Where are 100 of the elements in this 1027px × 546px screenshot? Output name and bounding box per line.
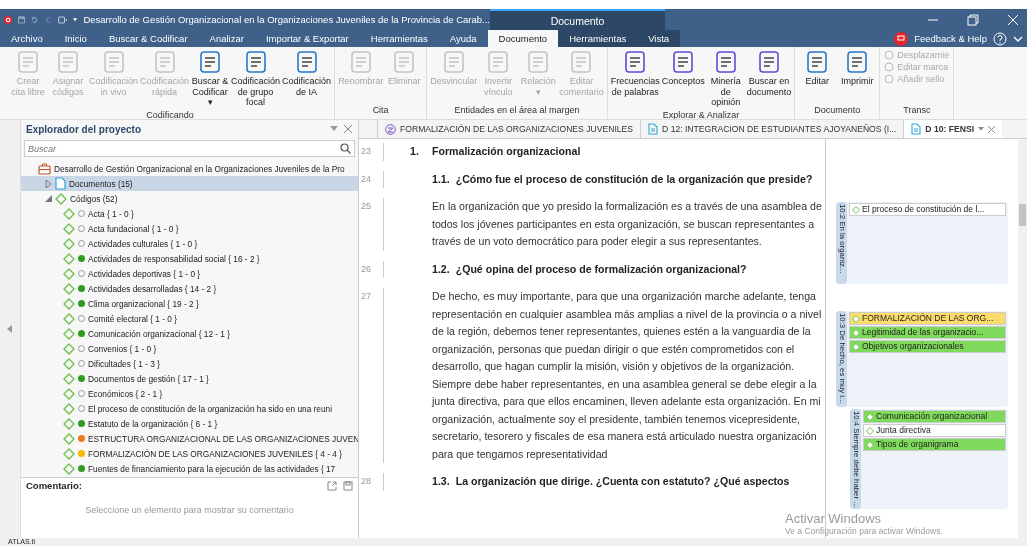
code-row[interactable]: El proceso de constitución de la organización ha sido en una reuni — [21, 401, 358, 416]
document-icon — [486, 50, 511, 74]
close-icon[interactable] — [344, 125, 352, 133]
diamond-icon — [63, 327, 75, 340]
diamond-icon — [63, 432, 75, 445]
external-icon[interactable] — [327, 480, 337, 491]
menu-tab[interactable]: Importar & Exportar — [254, 30, 360, 47]
ribbon-button[interactable]: Conceptos — [660, 47, 706, 108]
empty-dot — [78, 360, 85, 367]
document-icon — [198, 50, 223, 74]
document-icon — [569, 50, 594, 74]
code-row[interactable]: Clima organizacional { 19 - 2 } — [21, 296, 358, 311]
diamond-icon — [63, 372, 75, 385]
feedback-icon[interactable] — [894, 31, 909, 46]
code-row[interactable]: Documentos de gestión { 17 - 1 } — [21, 371, 358, 386]
line-number: 27 — [359, 288, 384, 463]
code-row[interactable]: Estatuto de la organización { 6 - 1 } — [21, 416, 358, 431]
document-icon — [243, 50, 268, 74]
ribbon-button[interactable]: Editar — [797, 47, 838, 103]
help-icon[interactable] — [993, 31, 1007, 46]
ribbon-group-label: Transc — [902, 104, 932, 117]
diamond-icon — [63, 357, 75, 370]
code-tag[interactable]: El proceso de constitución de l... — [849, 203, 1006, 216]
circle-icon — [884, 50, 895, 60]
menu-tab[interactable]: Ayuda — [438, 30, 488, 47]
diamond-icon — [63, 297, 75, 310]
menu-tab[interactable]: Inicio — [53, 30, 98, 47]
document-icon — [55, 177, 66, 190]
dropdown-icon[interactable] — [73, 16, 78, 23]
menu-tab[interactable]: Documento — [487, 30, 559, 47]
save-icon[interactable] — [18, 13, 26, 26]
tree-row[interactable]: Códigos (52) — [21, 191, 358, 206]
expanded-arrow-icon[interactable] — [45, 195, 52, 202]
ribbon-button[interactable]: Codificación de IA — [281, 47, 333, 108]
scrollbar-thumb[interactable] — [1019, 204, 1026, 226]
code-row[interactable]: Comunicación organizacional { 12 - 1 } — [21, 326, 358, 341]
ribbon-group-label: Codificando — [145, 108, 195, 119]
code-row[interactable]: Dificultades { 1 - 3 } — [21, 356, 358, 371]
code-row[interactable]: Acta fundacional { 1 - 0 } — [21, 221, 358, 236]
document-icon — [845, 50, 870, 74]
feedback-link[interactable]: Feedback & Help — [914, 33, 987, 44]
ribbon-button[interactable]: Imprimir — [837, 47, 878, 103]
code-tag[interactable]: Legitimidad de las organizacio... — [849, 326, 1006, 339]
code-tag[interactable]: FORMALIZACIÓN DE LAS ORG... — [849, 312, 1006, 325]
restore-icon[interactable] — [967, 13, 979, 26]
subheading: 1.2. ¿Qué opina del proceso de formalización organizacional? — [432, 261, 747, 277]
menu-tab[interactable]: Herramientas — [558, 30, 638, 47]
document-tab[interactable]: D 10: FENSI — [903, 120, 1003, 138]
collapsed-arrow-icon[interactable] — [45, 179, 52, 188]
document-icon — [623, 50, 648, 74]
code-row[interactable]: Actividades deportivas { 1 - 0 } — [21, 266, 358, 281]
ribbon-button[interactable]: Buscar & Codificar ▾ — [190, 47, 231, 108]
collapse-arrow-icon[interactable] — [7, 325, 13, 333]
search-icon[interactable] — [340, 143, 351, 154]
code-tag[interactable]: Comunicación organizacional — [863, 410, 1006, 423]
code-row[interactable]: FORMALIZACIÓN DE LAS ORGANIZACIONES JUVENILES { 4 - 4 } — [21, 446, 358, 461]
menu-tab[interactable]: Archivo — [0, 30, 54, 47]
code-row[interactable]: Comité electoral { 1 - 0 } — [21, 311, 358, 326]
dropdown-icon[interactable] — [978, 127, 985, 131]
code-row[interactable]: Actividades culturales { 1 - 0 } — [21, 236, 358, 251]
code-row[interactable]: Acta { 1 - 0 } — [21, 206, 358, 221]
diamond-icon — [63, 207, 75, 220]
close-icon[interactable] — [988, 125, 996, 133]
diamond-icon — [63, 387, 75, 400]
ribbon-button[interactable]: Buscar en documento — [745, 47, 793, 108]
code-row[interactable]: Económicos { 2 - 1 } — [21, 386, 358, 401]
menu-tab[interactable]: Buscar & Codificar — [97, 30, 199, 47]
paragraph: En la organización que yo presido la formalización es a través de una asamblea de todos los jóvenes participantes en esta organización, se buscan representantes a través de un voto democrático para poder elegir a sus representantes. — [432, 199, 823, 249]
menu-tab[interactable]: Herramientas — [359, 30, 439, 47]
briefcase-icon — [38, 162, 51, 175]
document-icon — [152, 50, 177, 74]
save-icon[interactable] — [343, 480, 353, 491]
code-row[interactable]: Actividades de responsabilidad social { 16 - 2 } — [21, 251, 358, 266]
document-icon — [56, 50, 80, 74]
code-tag[interactable]: Objetivos organizacionales — [849, 340, 1006, 353]
ribbon-button[interactable]: Frecuencias de palabras — [609, 47, 661, 108]
code-row[interactable]: Convenios { 1 - 0 } — [21, 341, 358, 356]
document-icon — [441, 50, 466, 74]
ribbon-button[interactable]: Codificación de grupo focal — [230, 47, 282, 108]
paragraph: De hecho, es muy importante, para que una organización marche adelante, tenga representación en cualquier asamblea más amplias a nivel de la provincia o a nivel de la región, debemos tener representantes, quienes estén a la vanguardia de la organización, personas que puedan dirigir o que estén comprometidos con el desarrollo, que hagan cumplir la misión, visión y objetivos de la organización. Siempre debe haber representantes, en una asamblea general se debe elegir a la junta directiva, para que ellos encaminen, lleven adelante esta organización. En mi organización, actualmente soy el presidente, también tenemos vicepresidente, secretario, tesorero y fiscales de esa manera está articulado nuestra organización para que tengamos representatividad — [432, 289, 823, 462]
ribbon-button[interactable]: Minería de opinión — [705, 47, 746, 108]
search-field[interactable]: Buscar — [24, 140, 355, 157]
menu-tab[interactable]: Analizar — [198, 30, 255, 47]
code-row[interactable]: Actividades desarrolladas { 14 - 2 } — [21, 281, 358, 296]
empty-dot — [78, 405, 85, 412]
circle-icon — [884, 74, 895, 84]
subheading: 1.1. ¿Cómo fue el proceso de constitución de la organización que preside? — [432, 171, 813, 187]
tree-item[interactable]: Desarrollo de Gestión Organizacional en la Organizaciones Juveniles de la Pro — [54, 163, 345, 174]
menu-tab[interactable]: Vista — [637, 30, 681, 47]
code-row[interactable]: Fuentes de financiamiento para la ejecución de las actividades { 17 — [21, 461, 358, 476]
code-tag[interactable]: Tipos de organigrama — [863, 438, 1006, 451]
tree-row[interactable]: Documentos (15) — [21, 176, 358, 191]
code-row[interactable]: ESTRUCTURA ORGANIZACIONAL DE LAS ORGANIZACIONES JUVEN — [21, 431, 358, 446]
diamond-icon — [63, 402, 75, 415]
code-tag[interactable]: Junta directiva — [863, 424, 1006, 437]
dropdown-icon[interactable] — [330, 126, 338, 132]
empty-dot — [78, 390, 85, 397]
window-icon[interactable] — [57, 13, 68, 26]
ribbon-group-label: Entidades en el área al margen — [453, 104, 581, 117]
document-icon — [671, 50, 696, 74]
